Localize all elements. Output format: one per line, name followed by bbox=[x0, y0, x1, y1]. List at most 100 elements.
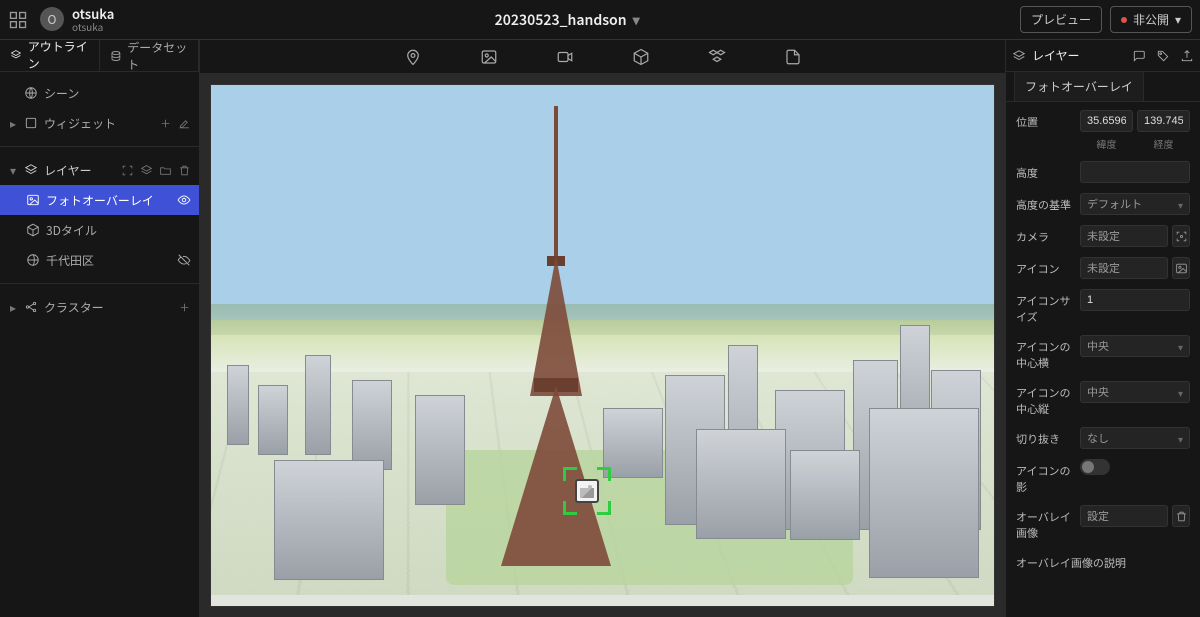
cube-icon bbox=[26, 223, 40, 237]
layer-label: 3Dタイル bbox=[46, 222, 191, 239]
prop-camera: カメラ 未設定 bbox=[1016, 225, 1190, 247]
prop-icon-center-v: アイコンの中心縦 中央 ▾ bbox=[1016, 381, 1190, 417]
export-icon[interactable] bbox=[1180, 49, 1194, 63]
layers-icon[interactable] bbox=[140, 164, 153, 177]
caret-down-icon: ▾ bbox=[8, 162, 18, 179]
prop-altitude-base: 高度の基準 デフォルト ▾ bbox=[1016, 193, 1190, 215]
tree-widget-label: ウィジェット bbox=[44, 115, 153, 132]
project-title-area[interactable]: 20230523_handson ▾ bbox=[126, 10, 1008, 30]
tab-dataset[interactable]: データセット bbox=[100, 40, 200, 71]
trash-icon[interactable] bbox=[178, 164, 191, 177]
publish-status-button[interactable]: 非公開 ▾ bbox=[1110, 6, 1192, 33]
camera-select[interactable]: 未設定 bbox=[1080, 225, 1168, 247]
prop-label: 高度 bbox=[1016, 161, 1072, 181]
icon-center-h-select[interactable]: 中央 ▾ bbox=[1080, 335, 1190, 357]
lng-sublabel: 経度 bbox=[1137, 136, 1190, 151]
caret-right-icon: ▸ bbox=[8, 299, 18, 316]
project-title: 20230523_handson bbox=[495, 10, 627, 30]
layer-photo-overlay[interactable]: フォトオーバーレイ bbox=[0, 185, 199, 215]
latitude-input[interactable] bbox=[1080, 110, 1133, 132]
workspace-subtitle: otsuka bbox=[72, 21, 114, 32]
eye-icon[interactable] bbox=[177, 193, 191, 207]
chevron-down-icon: ▾ bbox=[1178, 197, 1183, 212]
workspace-labels: otsuka otsuka bbox=[72, 7, 114, 32]
tag-icon[interactable] bbox=[1156, 49, 1170, 63]
prop-overlay-image: オーバレイ画像 設定 bbox=[1016, 505, 1190, 541]
crop-select[interactable]: なし ▾ bbox=[1080, 427, 1190, 449]
tool-pin[interactable] bbox=[404, 48, 422, 66]
tool-file[interactable] bbox=[784, 48, 802, 66]
tab-layer-label: レイヤー bbox=[1032, 47, 1080, 64]
tree-cluster[interactable]: ▸ クラスター bbox=[0, 292, 199, 322]
workspace-switcher[interactable]: O otsuka otsuka bbox=[40, 7, 114, 32]
prop-label: アイコンの中心縦 bbox=[1016, 381, 1072, 417]
preview-button[interactable]: プレビュー bbox=[1020, 6, 1102, 33]
right-panel: レイヤー フォトオーバーレイ 位置 bbox=[1005, 40, 1200, 617]
layers-icon bbox=[1012, 49, 1026, 63]
icon-select[interactable]: 未設定 bbox=[1080, 257, 1168, 279]
select-value: なし bbox=[1087, 430, 1109, 446]
prop-label: 高度の基準 bbox=[1016, 193, 1072, 213]
overlay-image-set[interactable]: 設定 bbox=[1080, 505, 1168, 527]
tool-image[interactable] bbox=[480, 48, 498, 66]
icon-shadow-toggle[interactable] bbox=[1080, 459, 1110, 475]
tree-layers-label: レイヤー bbox=[44, 162, 115, 179]
select-value: 中央 bbox=[1087, 338, 1109, 354]
folder-add-icon[interactable] bbox=[159, 164, 172, 177]
tab-outline-label: アウトライン bbox=[28, 38, 89, 72]
layer-3d-tiles[interactable]: 3Dタイル bbox=[0, 215, 199, 245]
tab-outline[interactable]: アウトライン bbox=[0, 40, 100, 71]
prop-label: アイコン bbox=[1016, 257, 1072, 277]
icon-image-button[interactable] bbox=[1172, 257, 1190, 279]
tool-cubes[interactable] bbox=[708, 48, 726, 66]
tool-video[interactable] bbox=[556, 48, 574, 66]
longitude-input[interactable] bbox=[1137, 110, 1190, 132]
select-value: 中央 bbox=[1087, 384, 1109, 400]
icon-center-v-select[interactable]: 中央 ▾ bbox=[1080, 381, 1190, 403]
avatar: O bbox=[40, 7, 64, 31]
overlay-image-clear-button[interactable] bbox=[1172, 505, 1190, 527]
right-panel-subtabs: フォトオーバーレイ bbox=[1006, 72, 1200, 102]
cluster-icon bbox=[24, 300, 38, 314]
prop-label: 位置 bbox=[1016, 110, 1072, 130]
tree-widget[interactable]: ▸ ウィジェット bbox=[0, 108, 199, 138]
chevron-down-icon: ▾ bbox=[1178, 431, 1183, 446]
apps-grid-icon[interactable] bbox=[8, 10, 28, 30]
select-value: 未設定 bbox=[1087, 228, 1120, 244]
tab-layer[interactable]: レイヤー bbox=[1012, 47, 1080, 64]
chevron-down-icon: ▾ bbox=[1175, 13, 1181, 27]
camera-capture-button[interactable] bbox=[1172, 225, 1190, 247]
scene-canvas bbox=[210, 84, 995, 607]
icon-size-input[interactable] bbox=[1080, 289, 1190, 311]
caret-right-icon: ▸ bbox=[8, 115, 18, 132]
tab-dataset-label: データセット bbox=[127, 39, 188, 73]
left-panel: アウトライン データセット シーン ▸ ウィジェット bbox=[0, 40, 200, 617]
overlay-placement-marker[interactable] bbox=[563, 467, 611, 515]
chevron-down-icon: ▾ bbox=[1178, 339, 1183, 354]
layer-chiyoda[interactable]: 千代田区 bbox=[0, 245, 199, 275]
prop-icon-shadow: アイコンの影 bbox=[1016, 459, 1190, 495]
plus-icon[interactable] bbox=[159, 117, 172, 130]
chevron-down-icon: ▾ bbox=[1178, 385, 1183, 400]
prop-label: アイコンの中心横 bbox=[1016, 335, 1072, 371]
altitude-input[interactable] bbox=[1080, 161, 1190, 183]
tool-cube[interactable] bbox=[632, 48, 650, 66]
altitude-base-select[interactable]: デフォルト ▾ bbox=[1080, 193, 1190, 215]
tree-scene[interactable]: シーン bbox=[0, 78, 199, 108]
top-bar: O otsuka otsuka 20230523_handson ▾ プレビュー… bbox=[0, 0, 1200, 40]
subtab-photo-overlay[interactable]: フォトオーバーレイ bbox=[1014, 71, 1144, 101]
prop-label: アイコンの影 bbox=[1016, 459, 1072, 495]
eye-off-icon[interactable] bbox=[177, 253, 191, 267]
rename-icon[interactable] bbox=[178, 117, 191, 130]
plus-icon[interactable] bbox=[178, 301, 191, 314]
lat-sublabel: 緯度 bbox=[1080, 136, 1133, 151]
tree-layers-section[interactable]: ▾ レイヤー bbox=[0, 155, 199, 185]
prop-overlay-desc: オーバレイ画像の説明 bbox=[1016, 551, 1190, 571]
comment-icon[interactable] bbox=[1132, 49, 1146, 63]
target-icon[interactable] bbox=[121, 164, 134, 177]
publish-status-label: 非公開 bbox=[1133, 11, 1169, 28]
3d-viewport[interactable] bbox=[200, 74, 1005, 617]
layer-label: 千代田区 bbox=[46, 252, 171, 269]
layers-icon bbox=[24, 163, 38, 177]
prop-label: オーバレイ画像 bbox=[1016, 505, 1072, 541]
